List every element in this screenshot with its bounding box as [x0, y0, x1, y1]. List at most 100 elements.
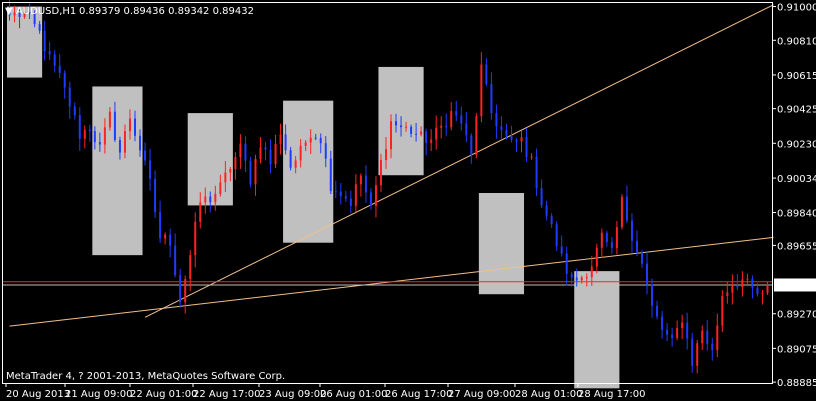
candle-body — [480, 64, 483, 117]
candle-body — [234, 156, 237, 170]
x-tick-label: 20 Aug 2013 — [6, 389, 70, 400]
candle-body — [354, 184, 357, 206]
candle-body — [344, 196, 347, 199]
candle-body — [364, 175, 367, 193]
candle-body — [495, 113, 498, 127]
symbol-timeframe: AUDUSD,H1 — [16, 6, 76, 17]
candle-body — [635, 240, 638, 253]
candle-body — [510, 135, 513, 140]
candle-body — [575, 277, 578, 281]
candle-body — [134, 118, 137, 136]
candle-body — [400, 125, 403, 128]
candle-body — [560, 246, 563, 254]
candle-body — [53, 54, 56, 66]
x-tick-label: 26 Aug 17:00 — [385, 389, 452, 400]
candle-body — [329, 158, 332, 192]
candle-body — [249, 160, 252, 185]
y-tick-label: 0.90230 — [777, 139, 816, 150]
candle-body — [615, 227, 618, 249]
candle-body — [681, 322, 684, 329]
candle-body — [701, 330, 704, 344]
candle-body — [711, 343, 714, 351]
candle-body — [374, 185, 377, 206]
candle-body — [224, 172, 227, 183]
range-box — [574, 271, 620, 389]
candle-body — [696, 343, 699, 366]
candle-body — [169, 234, 172, 246]
candle-body — [410, 126, 413, 134]
candle-body — [214, 193, 217, 203]
candle-body — [128, 118, 131, 132]
y-tick-label: 0.91000 — [777, 3, 816, 14]
candle-body — [174, 245, 177, 276]
x-tick-label: 28 Aug 01:00 — [515, 389, 582, 400]
candle-body — [68, 87, 71, 107]
candle-body — [384, 149, 387, 160]
candle-body — [48, 51, 51, 55]
copyright-text: MetaTrader 4, ? 2001-2013, MetaQuotes So… — [6, 371, 285, 382]
candle-body — [339, 191, 342, 197]
candle-body — [686, 322, 689, 339]
y-tick-label: 0.90810 — [777, 36, 816, 47]
candle-body — [671, 334, 674, 338]
candle-body — [706, 330, 709, 344]
candle-body — [284, 134, 287, 151]
candle-body — [334, 191, 337, 193]
candle-body — [219, 182, 222, 194]
candle-body — [550, 215, 553, 225]
candle-body — [88, 129, 91, 132]
candle-body — [164, 234, 167, 239]
candle-body — [324, 143, 327, 159]
candle-body — [731, 285, 734, 293]
candle-body — [565, 253, 568, 275]
y-tick-label: 0.90615 — [777, 71, 816, 82]
candle-body — [274, 143, 277, 165]
candle-body — [716, 325, 719, 351]
candle-body — [108, 111, 111, 128]
candle-body — [379, 159, 382, 186]
candle-body — [656, 305, 659, 317]
candle-body — [244, 143, 247, 161]
candle-body — [73, 106, 76, 116]
candle-body — [580, 277, 583, 281]
x-tick-label: 23 Aug 09:00 — [259, 389, 326, 400]
candle-body — [555, 224, 558, 247]
candle-body — [741, 279, 744, 288]
candle-body — [425, 131, 428, 144]
candle-body — [103, 127, 106, 145]
candle-body — [405, 126, 408, 128]
candle-body — [756, 287, 759, 294]
x-tick-label: 26 Aug 01:00 — [320, 389, 387, 400]
current-price-label: 0.89432 — [774, 278, 816, 292]
candle-body — [123, 131, 126, 153]
candle-body — [570, 274, 573, 278]
candle-body — [646, 263, 649, 285]
candle-body — [600, 232, 603, 248]
candle-body — [179, 275, 182, 303]
candle-body — [505, 129, 508, 136]
candle-body — [751, 278, 754, 288]
candle-body — [450, 111, 453, 128]
candle-body — [154, 178, 157, 212]
x-tick-label: 21 Aug 09:00 — [65, 389, 132, 400]
candle-body — [640, 252, 643, 264]
candle-body — [540, 188, 543, 206]
range-box — [283, 100, 334, 243]
candle-body — [319, 137, 322, 144]
candle-body — [475, 116, 478, 155]
y-tick-label: 0.89270 — [777, 310, 816, 321]
candle-body — [661, 316, 664, 330]
y-tick-label: 0.89840 — [777, 209, 816, 220]
candle-body — [726, 292, 729, 296]
candle-body — [440, 125, 443, 128]
candle-body — [595, 247, 598, 267]
dropdown-icon[interactable]: ▼ — [5, 6, 13, 17]
candle-body — [530, 156, 533, 158]
candle-body — [359, 175, 362, 185]
candle-body — [78, 115, 81, 139]
y-tick-label: 0.89075 — [777, 344, 816, 355]
candle-body — [651, 284, 654, 306]
candle-body — [83, 129, 86, 139]
candle-body — [254, 158, 257, 185]
price-chart[interactable]: 0.91000 0.90810 0.90615 0.90425 0.90230 0.900… — [0, 0, 816, 401]
